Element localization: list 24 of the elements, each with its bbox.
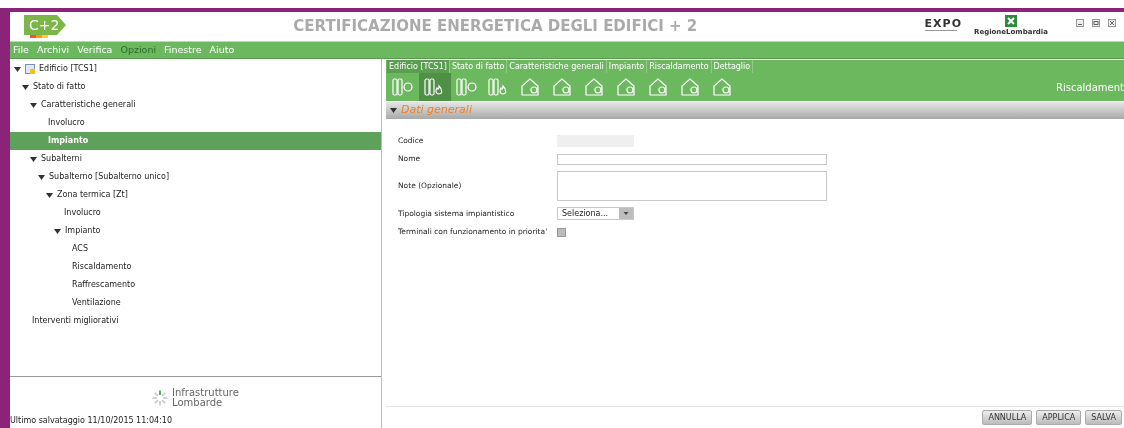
- tree-item[interactable]: ACS: [10, 240, 381, 258]
- tree-item[interactable]: Involucro: [10, 204, 381, 222]
- tree-item[interactable]: Subalterno [Subalterno unico]: [10, 168, 381, 186]
- expo-logo: EXPO: [924, 17, 962, 36]
- company-logo: Infrastrutture Lombarde: [172, 388, 239, 408]
- select-field[interactable]: Seleziona...: [557, 207, 634, 220]
- action-button[interactable]: APPLICA: [1036, 410, 1082, 425]
- tree-item[interactable]: Impianto: [10, 222, 381, 240]
- tree-item[interactable]: Edificio [TCS1]: [10, 60, 381, 78]
- tree-item[interactable]: Zona termica [Zt]: [10, 186, 381, 204]
- tree-item[interactable]: Stato di fatto: [10, 78, 381, 96]
- tree-item[interactable]: Ventilazione: [10, 294, 381, 312]
- tree-item[interactable]: Subalterni: [10, 150, 381, 168]
- action-button[interactable]: SALVA: [1085, 410, 1122, 425]
- tree-item[interactable]: Riscaldamento: [10, 258, 381, 276]
- tree-item[interactable]: Caratteristiche generali: [10, 96, 381, 114]
- toolbar-label: Riscaldament: [1056, 80, 1124, 95]
- tree-item[interactable]: Raffrescamento: [10, 276, 381, 294]
- action-button[interactable]: ANNULLA: [982, 410, 1033, 425]
- status-text: Ultimo salvataggio 11/10/2015 11:04:10: [10, 415, 174, 427]
- tree-item[interactable]: Interventi migliorativi: [10, 312, 381, 330]
- tree-item[interactable]: Involucro: [10, 114, 381, 132]
- app-logo: C+2: [24, 14, 66, 39]
- app-title: CERTIFICAZIONE ENERGETICA DEGLI EDIFICI + 2: [292, 16, 699, 38]
